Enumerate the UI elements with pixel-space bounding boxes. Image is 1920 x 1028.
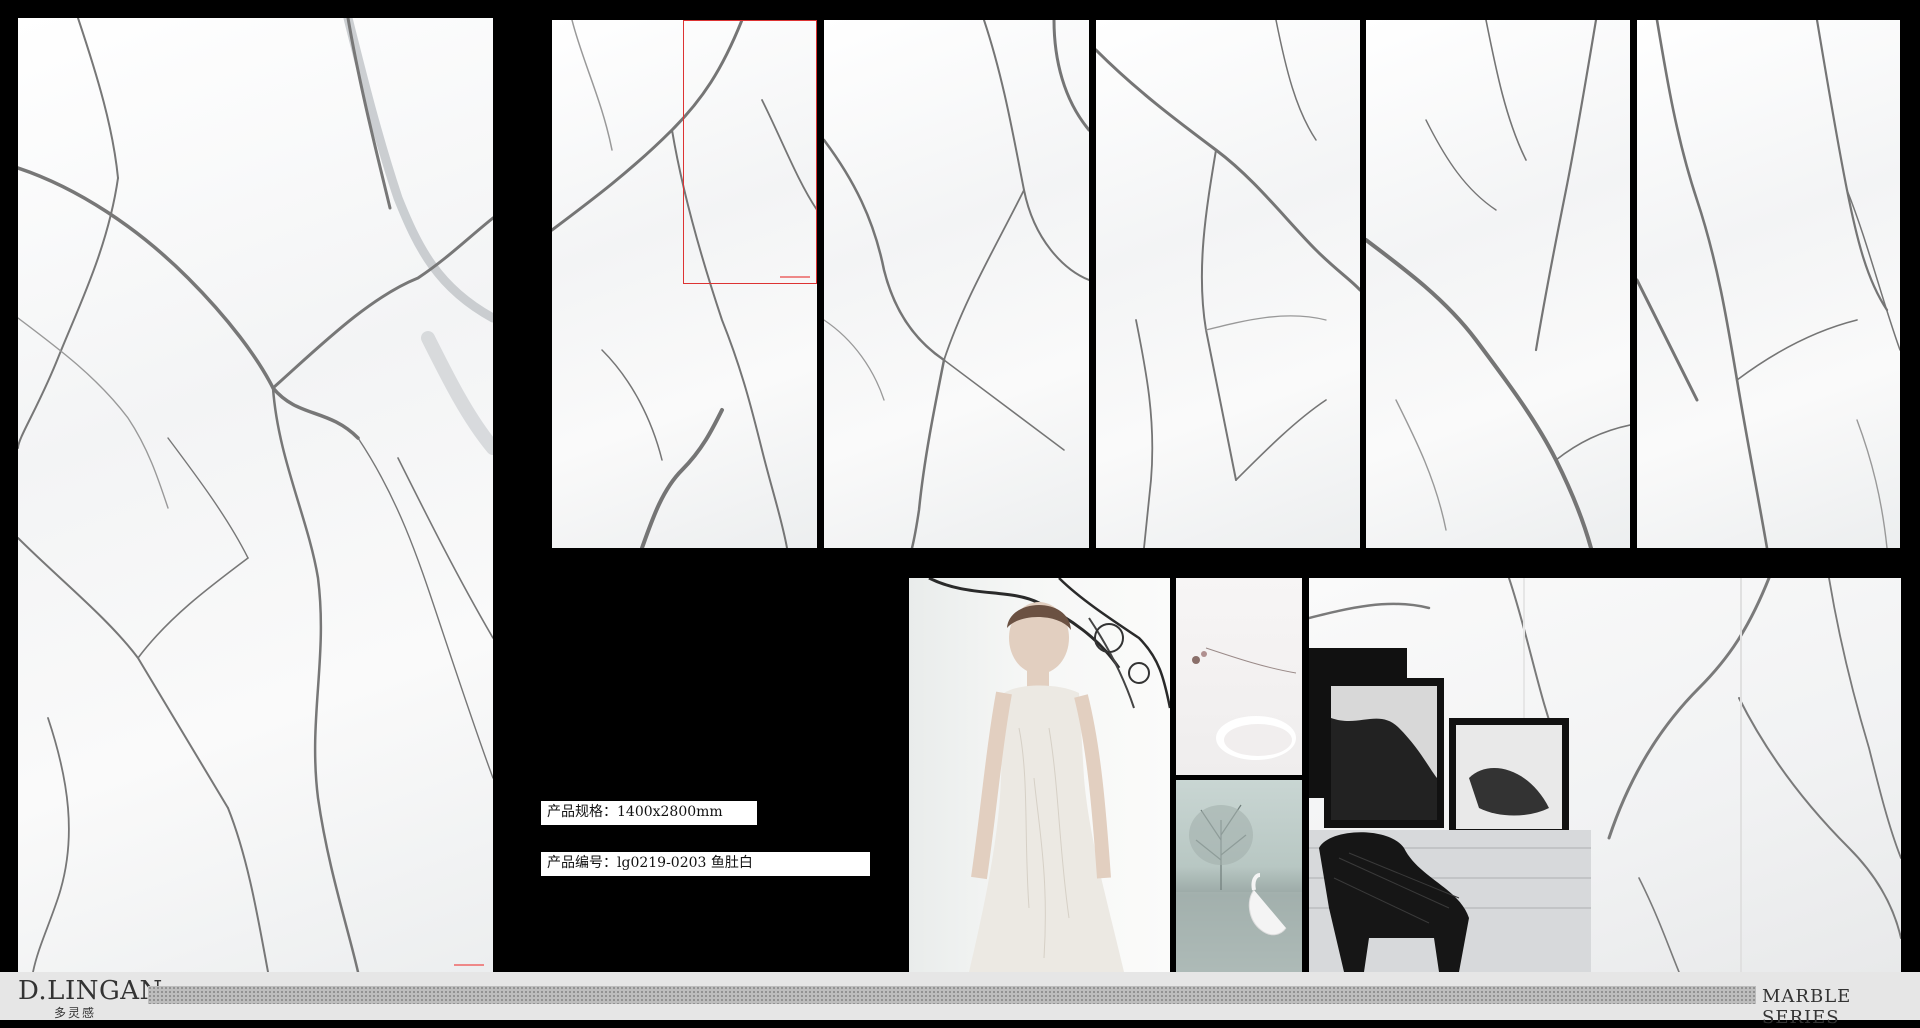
interior-render [1309, 578, 1901, 972]
marble-veins [1637, 20, 1900, 548]
tile-size-overlay [683, 20, 817, 284]
main-marble-slab [18, 18, 493, 972]
marble-veins [824, 20, 1089, 548]
brand-chinese-name: 多灵感 [54, 1006, 97, 1020]
size-marker-text [780, 276, 810, 278]
feather-photo [1176, 578, 1302, 775]
marble-panel-5 [1637, 20, 1900, 548]
swan-illustration [1176, 804, 1302, 972]
feather-illustration [1192, 647, 1297, 760]
size-marker-text [454, 964, 484, 966]
footer-dotted-band [148, 986, 1756, 1004]
bride-illustration [928, 578, 1170, 972]
marble-veins [18, 18, 493, 972]
marble-panel-4 [1366, 20, 1630, 548]
product-code-label: 产品编号：lg0219-0203 鱼肚白 [541, 852, 870, 876]
product-spec-label: 产品规格：1400x2800mm [541, 801, 757, 825]
marble-panel-3 [1096, 20, 1360, 548]
series-title: MARBLE SERIES [1762, 986, 1852, 1028]
footer-bar: D.LINGAN 多灵感 MARBLE SERIES [0, 972, 1920, 1028]
swan-lake-photo [1176, 780, 1302, 972]
marble-panel-2 [824, 20, 1089, 548]
marble-veins [1366, 20, 1630, 548]
interior-illustration [1309, 578, 1901, 972]
bride-photo [909, 578, 1170, 972]
brand-logo: D.LINGAN [18, 976, 163, 1006]
marble-veins [1096, 20, 1360, 548]
marble-panel-1 [552, 20, 817, 548]
